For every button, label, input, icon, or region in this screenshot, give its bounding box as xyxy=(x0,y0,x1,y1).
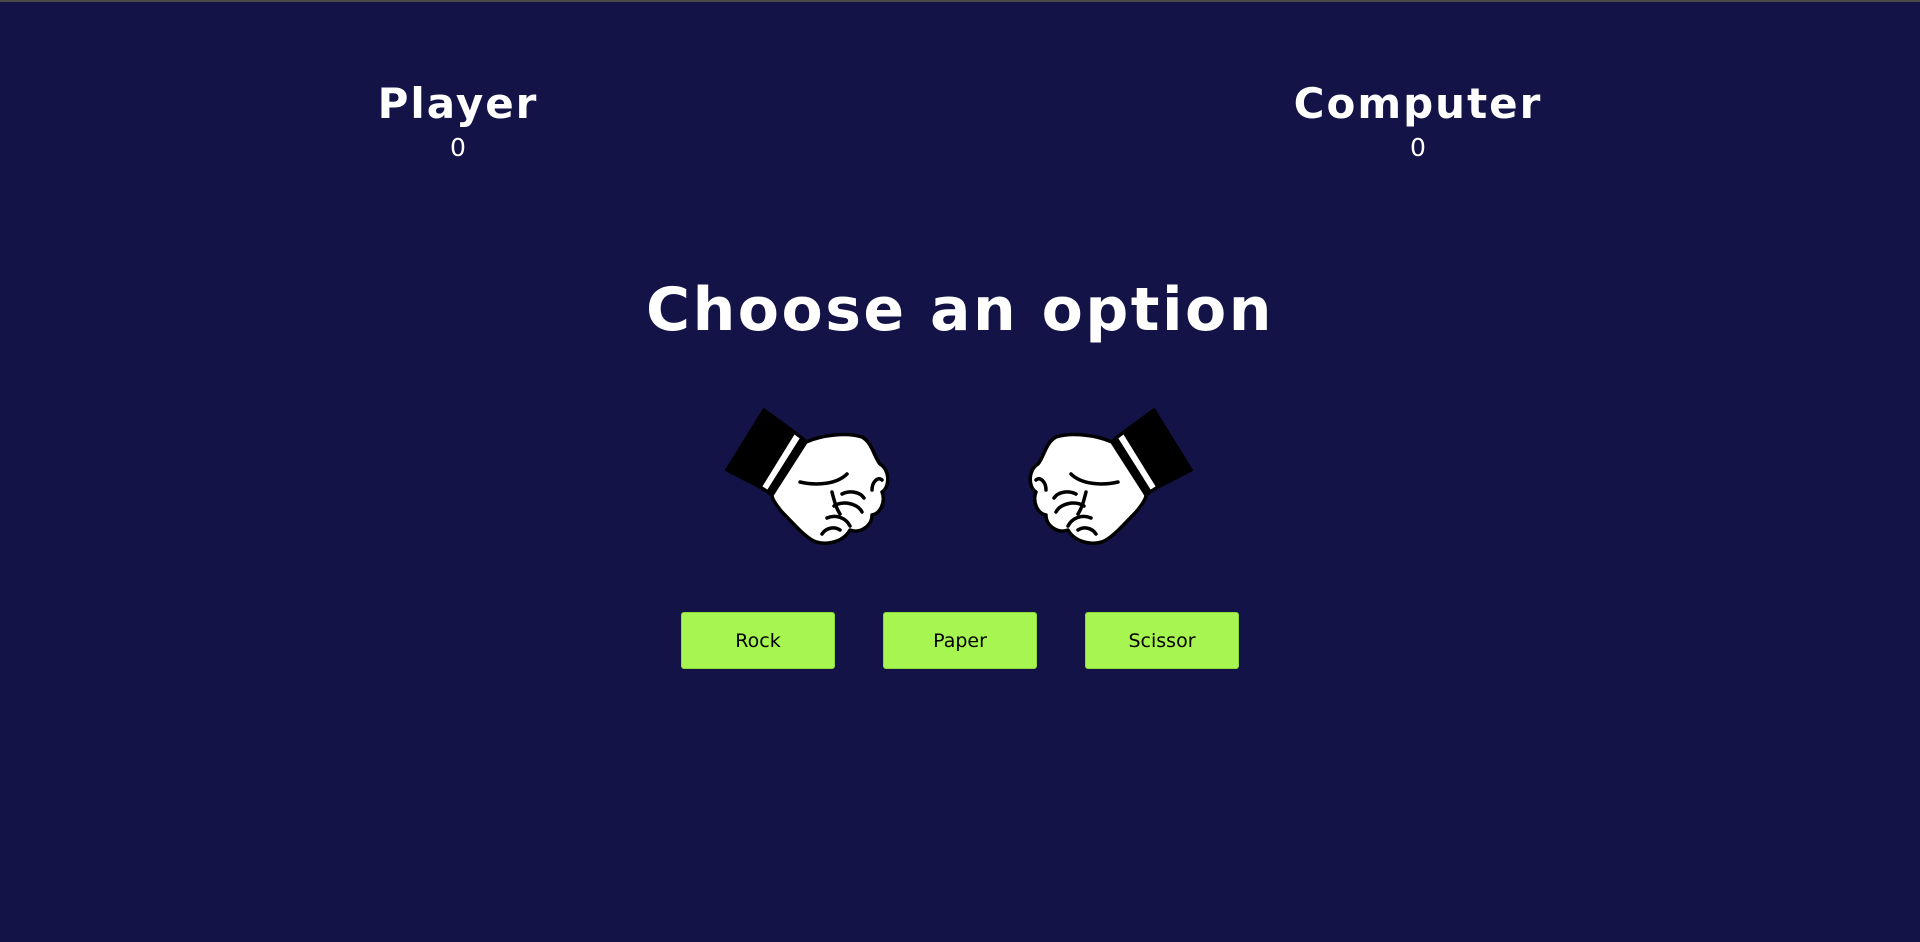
computer-hand xyxy=(1026,402,1196,562)
paper-button[interactable]: Paper xyxy=(883,612,1037,669)
scissor-button[interactable]: Scissor xyxy=(1085,612,1239,669)
choose-option-heading: Choose an option xyxy=(646,275,1274,345)
computer-score: 0 xyxy=(1410,133,1426,162)
rock-button[interactable]: Rock xyxy=(681,612,835,669)
computer-score-panel: Computer 0 xyxy=(1218,78,1618,164)
fist-icon xyxy=(725,408,890,545)
window-top-border xyxy=(0,0,1920,2)
fist-icon xyxy=(1028,408,1193,545)
game-screen: Player 0 Computer 0 Choose an option Roc… xyxy=(0,0,1920,942)
player-score: 0 xyxy=(450,133,466,162)
computer-label: Computer xyxy=(1293,79,1543,128)
player-label: Player xyxy=(377,79,539,128)
player-score-panel: Player 0 xyxy=(258,78,658,164)
choice-buttons: Rock Paper Scissor xyxy=(681,612,1239,669)
player-hand xyxy=(722,402,892,562)
